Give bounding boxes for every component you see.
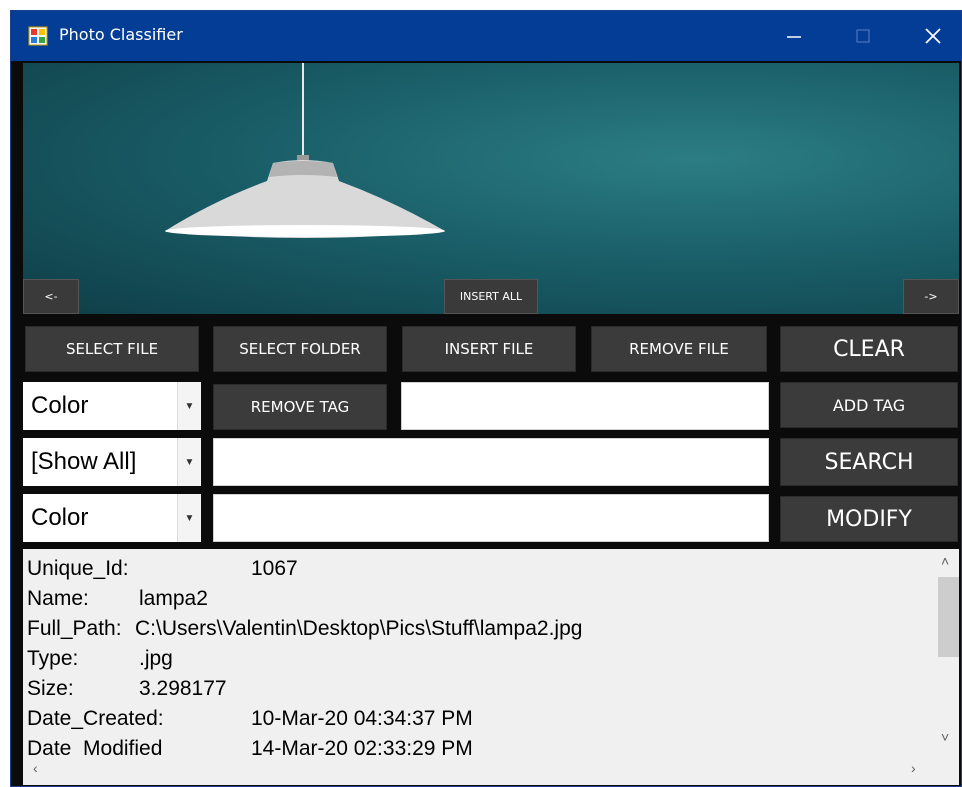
window-title: Photo Classifier xyxy=(59,25,183,44)
insert-all-button[interactable]: INSERT ALL xyxy=(444,279,538,314)
app-window: Photo Classifier <- INSERT ALL -> SELECT… xyxy=(10,10,962,787)
modify-input[interactable] xyxy=(213,494,769,542)
title-bar[interactable]: Photo Classifier xyxy=(11,11,961,61)
detail-value: 1067 xyxy=(251,557,298,580)
maximize-button[interactable] xyxy=(837,11,887,61)
detail-row: Name: lampa2 xyxy=(23,587,923,615)
scroll-down-icon[interactable]: ˅ xyxy=(941,729,949,745)
horizontal-scrollbar[interactable]: ‹ › xyxy=(23,755,931,785)
prev-image-label: <- xyxy=(44,290,58,303)
insert-file-label: INSERT FILE xyxy=(444,340,534,358)
insert-all-label: INSERT ALL xyxy=(459,290,523,303)
search-filter-value: [Show All] xyxy=(31,448,137,475)
chevron-down-icon[interactable]: ▼ xyxy=(177,382,201,430)
tag-input[interactable] xyxy=(401,382,769,430)
chevron-down-icon[interactable]: ▼ xyxy=(177,438,201,486)
search-button[interactable]: SEARCH xyxy=(780,438,958,486)
detail-row: Size: 3.298177 xyxy=(23,677,923,705)
chevron-down-icon[interactable]: ▼ xyxy=(177,494,201,542)
clear-button[interactable]: CLEAR xyxy=(780,326,958,372)
search-label: SEARCH xyxy=(824,449,914,475)
next-image-button[interactable]: -> xyxy=(903,279,959,314)
close-button[interactable] xyxy=(907,11,957,61)
modify-category-value: Color xyxy=(31,504,89,531)
detail-value: lampa2 xyxy=(139,587,208,610)
scroll-right-icon[interactable]: › xyxy=(911,760,916,776)
scrollbar-corner xyxy=(931,755,959,785)
tag-category-value: Color xyxy=(31,392,89,419)
remove-tag-label: REMOVE TAG xyxy=(250,398,350,416)
detail-key: Size: xyxy=(27,677,74,700)
select-folder-button[interactable]: SELECT FOLDER xyxy=(213,326,387,372)
tag-category-combo[interactable]: Color ▼ xyxy=(23,382,201,430)
detail-row: Type: .jpg xyxy=(23,647,923,675)
select-file-label: SELECT FILE xyxy=(65,340,159,358)
detail-value: C:\Users\Valentin\Desktop\Pics\Stuff\lam… xyxy=(135,617,583,640)
scroll-thumb[interactable] xyxy=(938,577,959,657)
vertical-scrollbar[interactable]: ˄ ˅ xyxy=(931,549,959,755)
next-image-label: -> xyxy=(924,290,938,303)
close-icon xyxy=(925,28,941,44)
search-input[interactable] xyxy=(213,438,769,486)
remove-tag-button[interactable]: REMOVE TAG xyxy=(213,384,387,430)
modify-button[interactable]: MODIFY xyxy=(780,496,958,542)
lamp-image xyxy=(165,63,445,238)
detail-value: 3.298177 xyxy=(139,677,227,700)
scroll-left-icon[interactable]: ‹ xyxy=(33,760,38,776)
detail-key: Full_Path: xyxy=(27,617,122,640)
add-tag-button[interactable]: ADD TAG xyxy=(780,382,958,428)
minimize-button[interactable] xyxy=(769,11,819,61)
detail-row: Date_Created: 10-Mar-20 04:34:37 PM xyxy=(23,707,923,735)
remove-file-button[interactable]: REMOVE FILE xyxy=(591,326,767,372)
add-tag-label: ADD TAG xyxy=(832,395,906,415)
file-details-panel[interactable]: Unique_Id: 1067 Name: lampa2 Full_Path: … xyxy=(23,549,959,785)
scroll-up-icon[interactable]: ˄ xyxy=(941,553,949,569)
detail-row: Full_Path: C:\Users\Valentin\Desktop\Pic… xyxy=(23,617,923,645)
app-icon xyxy=(28,26,48,46)
maximize-icon xyxy=(856,29,870,43)
modify-category-combo[interactable]: Color ▼ xyxy=(23,494,201,542)
search-filter-combo[interactable]: [Show All] ▼ xyxy=(23,438,201,486)
clear-label: CLEAR xyxy=(833,336,905,362)
detail-row: Unique_Id: 1067 xyxy=(23,557,923,585)
modify-label: MODIFY xyxy=(826,506,912,532)
detail-key: Date_Created: xyxy=(27,707,164,730)
minimize-icon xyxy=(787,36,801,38)
detail-key: Type: xyxy=(27,647,79,670)
photo-preview: <- INSERT ALL -> xyxy=(23,63,959,314)
insert-file-button[interactable]: INSERT FILE xyxy=(402,326,576,372)
detail-value: .jpg xyxy=(139,647,173,670)
remove-file-label: REMOVE FILE xyxy=(629,340,729,358)
select-file-button[interactable]: SELECT FILE xyxy=(25,326,199,372)
detail-key: Name: xyxy=(27,587,89,610)
select-folder-label: SELECT FOLDER xyxy=(239,340,361,358)
prev-image-button[interactable]: <- xyxy=(23,279,79,314)
detail-key: Unique_Id: xyxy=(27,557,129,580)
detail-value: 10-Mar-20 04:34:37 PM xyxy=(251,707,473,730)
